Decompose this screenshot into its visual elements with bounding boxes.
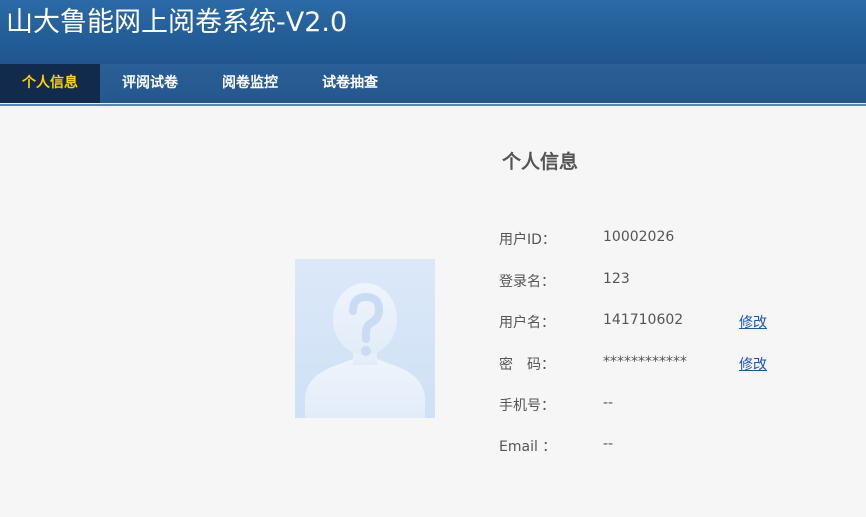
main-nav: 个人信息 评阅试卷 阅卷监控 试卷抽查: [0, 64, 866, 106]
edit-username-link[interactable]: 修改: [739, 312, 767, 332]
field-label-password: 密 码：: [499, 357, 555, 373]
field-label-login-name: 登录名：: [499, 274, 555, 290]
app-title: 山大鲁能网上阅卷系统-V2.0: [6, 7, 348, 38]
field-value-user-id: 10002026: [603, 229, 675, 245]
nav-tab-paper-spot-check[interactable]: 试卷抽查: [300, 64, 400, 103]
field-label-username: 用户名：: [499, 315, 555, 331]
edit-password-link[interactable]: 修改: [739, 354, 767, 374]
unknown-user-silhouette-icon: [295, 259, 435, 418]
field-label-phone: 手机号：: [499, 398, 555, 414]
field-value-password: ************: [603, 354, 687, 370]
field-value-email: --: [603, 436, 614, 452]
field-value-phone: --: [603, 395, 614, 411]
nav-tab-personal-info[interactable]: 个人信息: [0, 64, 100, 103]
field-value-username: 141710602: [603, 312, 684, 328]
profile-title: 个人信息: [502, 151, 579, 173]
nav-tab-grading-monitor[interactable]: 阅卷监控: [200, 64, 300, 103]
nav-divider: [0, 103, 866, 104]
nav-tab-grade-papers[interactable]: 评阅试卷: [100, 64, 200, 103]
field-label-user-id: 用户ID：: [499, 232, 556, 248]
app-header: 山大鲁能网上阅卷系统-V2.0: [0, 0, 866, 64]
field-value-login-name: 123: [603, 271, 630, 287]
field-label-email: Email ：: [499, 439, 557, 455]
